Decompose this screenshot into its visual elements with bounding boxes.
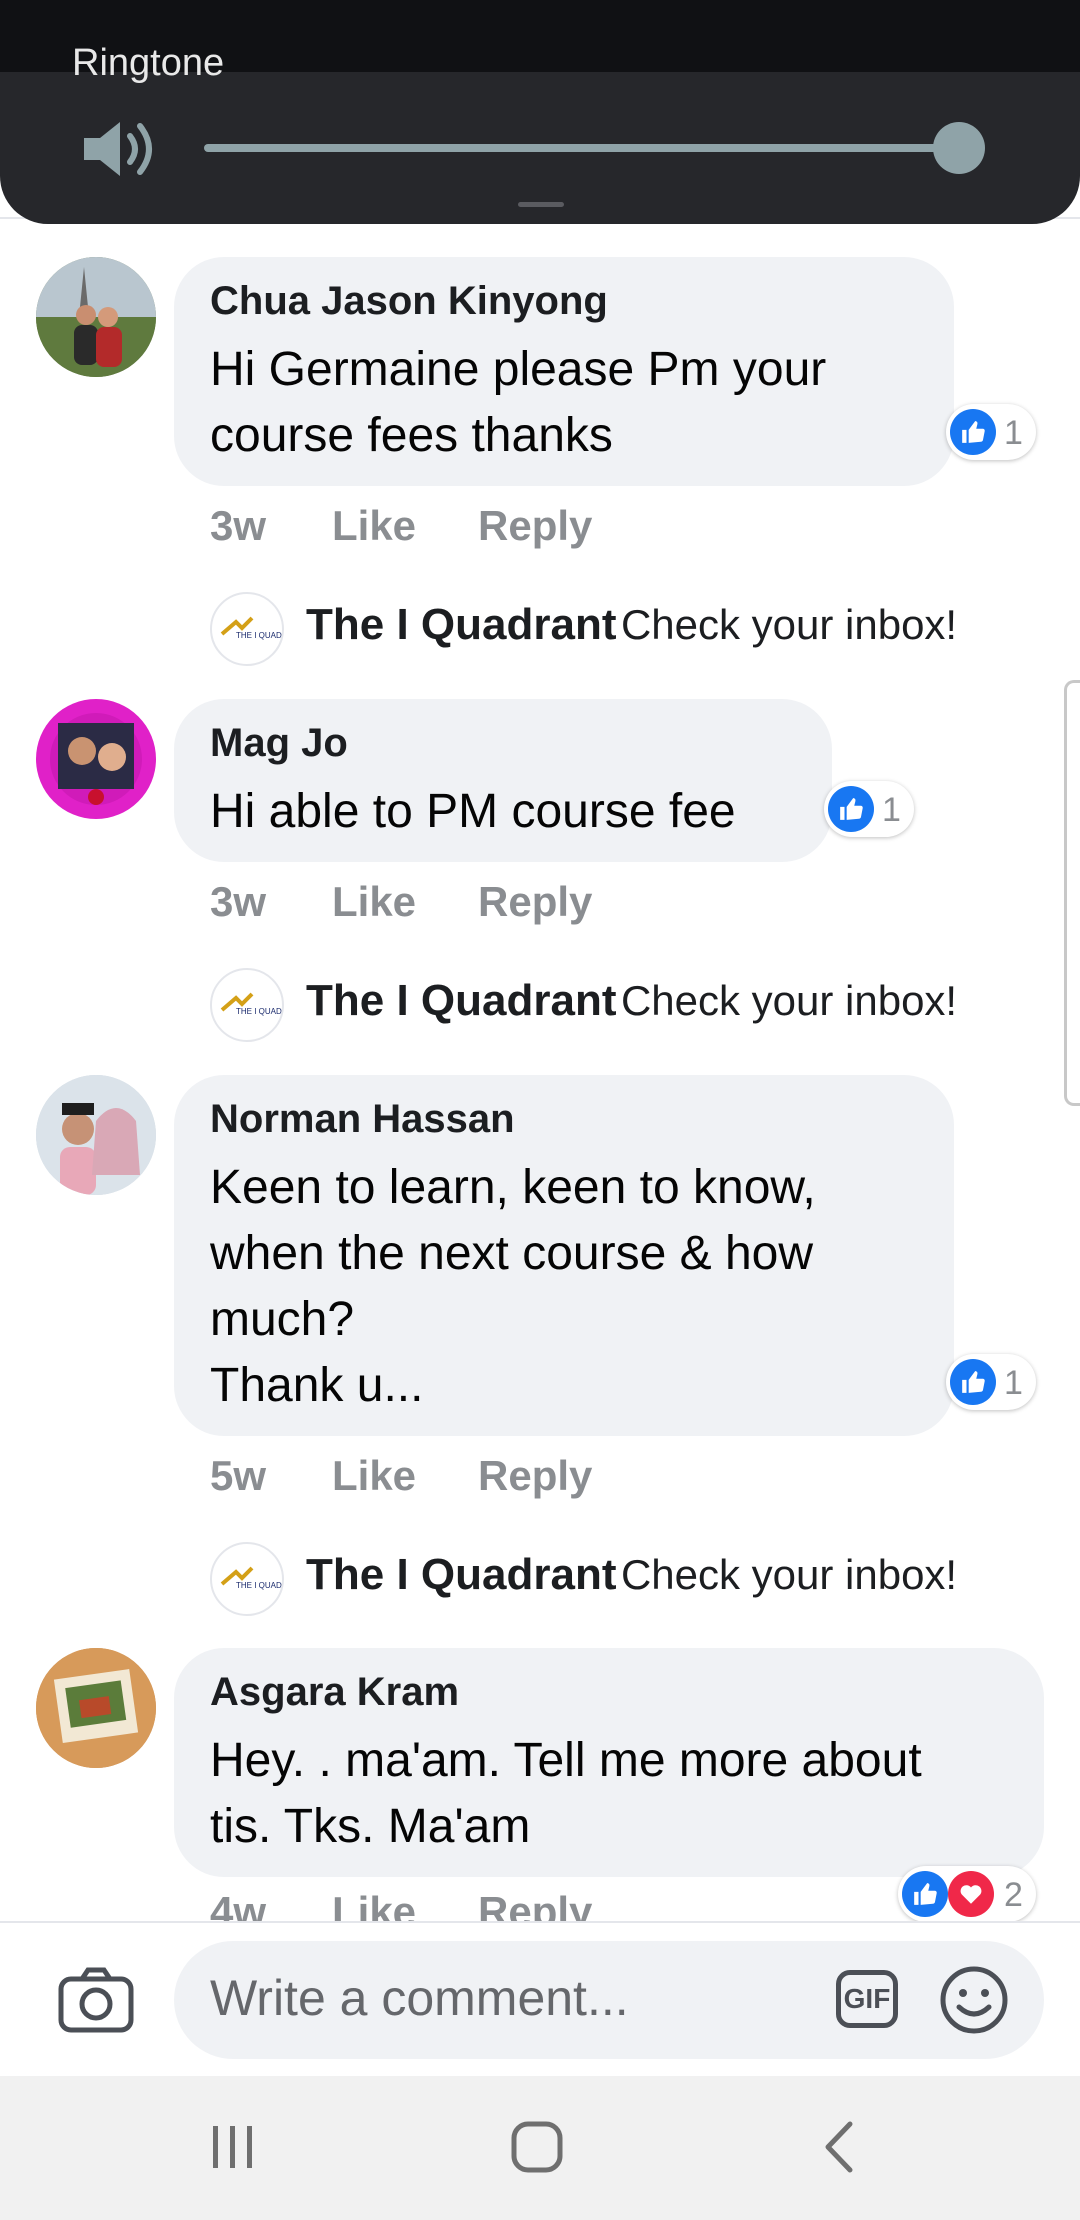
reply-text: Check your inbox!	[620, 601, 958, 648]
home-icon[interactable]	[510, 2120, 564, 2174]
comment-text-line: when the next course & how	[210, 1227, 814, 1280]
avatar[interactable]	[36, 699, 156, 819]
comment-bubble[interactable]: Asgara Kram Hey. . ma'am. Tell me more a…	[174, 1648, 1044, 1877]
volume-panel[interactable]: Ringtone	[0, 42, 1080, 224]
reply-author[interactable]: The I Quadrant	[306, 600, 616, 649]
comment-text-line: course fees thanks	[210, 409, 613, 462]
volume-slider-track[interactable]	[204, 144, 974, 152]
comment-timestamp: 5w	[210, 1452, 267, 1499]
comment-text-line: much?	[210, 1293, 355, 1346]
comment-timestamp: 3w	[210, 878, 267, 925]
gif-icon[interactable]: GIF	[836, 1970, 898, 2028]
reply-preview[interactable]: The I Quadrant Check your inbox!	[306, 600, 957, 650]
reply-preview[interactable]: The I Quadrant Check your inbox!	[306, 976, 957, 1026]
volume-icon[interactable]	[80, 118, 162, 180]
scroll-indicator[interactable]	[1064, 680, 1080, 1106]
emoji-icon[interactable]	[939, 1965, 1009, 2035]
reply-button[interactable]: Reply	[478, 502, 592, 550]
reaction-summary[interactable]: 1	[824, 781, 914, 837]
camera-icon[interactable]	[58, 1967, 134, 2033]
comment-author[interactable]: Mag Jo	[210, 721, 348, 766]
avatar[interactable]	[36, 257, 156, 377]
avatar[interactable]	[36, 1075, 156, 1195]
reply-author[interactable]: The I Quadrant	[306, 976, 616, 1025]
reaction-summary[interactable]: 1	[946, 404, 1036, 460]
comment-text-line: Hi able to PM course fee	[210, 785, 736, 838]
comment-text-line: Hey. . ma'am. Tell me more about	[210, 1734, 922, 1787]
comment-input[interactable]: Write a comment... GIF	[174, 1941, 1044, 2059]
like-icon	[950, 409, 996, 455]
like-button[interactable]: Like	[332, 878, 416, 926]
reply-author[interactable]: The I Quadrant	[306, 1550, 616, 1599]
reaction-summary[interactable]: 1	[946, 1354, 1036, 1410]
like-icon	[902, 1871, 948, 1917]
heart-icon	[948, 1871, 994, 1917]
like-button[interactable]: Like	[332, 1888, 416, 1921]
reply-text: Check your inbox!	[620, 1551, 958, 1598]
page-avatar[interactable]: THE I QUADRANT	[210, 968, 284, 1042]
reply-button[interactable]: Reply	[478, 878, 592, 926]
comment-text-line: Thank u...	[210, 1359, 424, 1412]
comment-timestamp: 3w	[210, 502, 267, 549]
volume-panel-expand-handle[interactable]	[518, 202, 564, 207]
like-icon	[950, 1359, 996, 1405]
comment-text-line: tis. Tks. Ma'am	[210, 1800, 531, 1853]
reaction-count: 1	[882, 791, 901, 829]
comment-bubble[interactable]: Mag Jo Hi able to PM course fee	[174, 699, 832, 862]
avatar[interactable]	[36, 1648, 156, 1768]
recent-apps-icon[interactable]	[208, 2122, 258, 2172]
reply-button[interactable]: Reply	[478, 1888, 592, 1921]
reaction-count: 2	[1004, 1876, 1023, 1914]
comment-input-placeholder: Write a comment...	[210, 1970, 629, 2026]
reaction-count: 1	[1004, 414, 1023, 452]
svg-text:THE I QUADRANT: THE I QUADRANT	[236, 631, 282, 640]
comment-composer: Write a comment... GIF	[0, 1921, 1080, 2078]
system-navigation-bar	[0, 2076, 1080, 2220]
comment-text-line: Keen to learn, keen to know,	[210, 1161, 816, 1214]
back-icon[interactable]	[820, 2120, 860, 2174]
reply-preview[interactable]: The I Quadrant Check your inbox!	[306, 1550, 957, 1600]
comment-author[interactable]: Chua Jason Kinyong	[210, 279, 608, 324]
reply-text: Check your inbox!	[620, 977, 958, 1024]
volume-stream-label: Ringtone	[72, 42, 225, 84]
comment-timestamp: 4w	[210, 1888, 267, 1921]
svg-text:THE I QUADRANT: THE I QUADRANT	[236, 1581, 282, 1590]
comment-author[interactable]: Norman Hassan	[210, 1097, 515, 1142]
reaction-summary[interactable]: 2	[898, 1866, 1036, 1922]
reaction-count: 1	[1004, 1364, 1023, 1402]
page-avatar[interactable]: THE I QUADRANT	[210, 592, 284, 666]
like-button[interactable]: Like	[332, 1452, 416, 1500]
like-icon	[828, 786, 874, 832]
comment-bubble[interactable]: Norman Hassan Keen to learn, keen to kno…	[174, 1075, 954, 1436]
svg-text:THE I QUADRANT: THE I QUADRANT	[236, 1007, 282, 1016]
volume-slider-thumb[interactable]	[932, 122, 985, 174]
comment-text-line: Hi Germaine please Pm your	[210, 343, 827, 396]
gif-label: GIF	[843, 1983, 891, 2014]
page-avatar[interactable]: THE I QUADRANT	[210, 1542, 284, 1616]
comment-author[interactable]: Asgara Kram	[210, 1670, 459, 1715]
reply-button[interactable]: Reply	[478, 1452, 592, 1500]
comment-bubble[interactable]: Chua Jason Kinyong Hi Germaine please Pm…	[174, 257, 954, 486]
like-button[interactable]: Like	[332, 502, 416, 550]
